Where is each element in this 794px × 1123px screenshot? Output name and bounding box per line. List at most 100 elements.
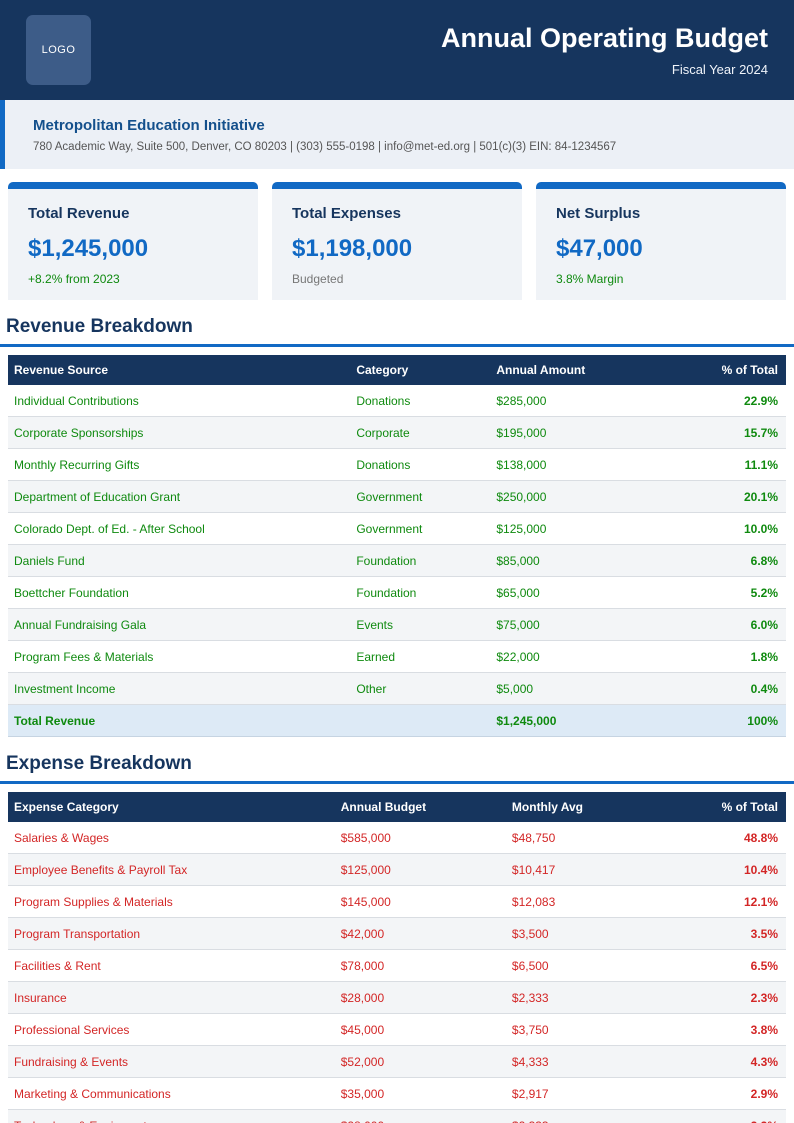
table-cell: Monthly Recurring Gifts xyxy=(8,448,351,481)
table-cell: 6.5% xyxy=(677,949,786,982)
table-cell: $85,000 xyxy=(490,544,670,577)
table-cell: $35,000 xyxy=(334,1077,506,1110)
table-cell: 48.8% xyxy=(677,822,786,854)
table-cell: 2.3% xyxy=(677,1109,786,1123)
table-cell: Events xyxy=(350,608,491,641)
summary-cards: Total Revenue $1,245,000 +8.2% from 2023… xyxy=(0,169,794,300)
card-note: 3.8% Margin xyxy=(556,272,624,286)
table-cell: Colorado Dept. of Ed. - After School xyxy=(8,512,351,545)
table-cell: Total Revenue xyxy=(8,704,351,737)
column-header: % of Total xyxy=(677,792,786,822)
table-cell: Investment Income xyxy=(8,672,351,705)
table-row: Fundraising & Events $52,000 $4,333 4.3% xyxy=(8,1045,786,1078)
table-cell: $28,000 xyxy=(334,1109,506,1123)
budget-document-page: LOGO Annual Operating Budget Fiscal Year… xyxy=(0,0,794,1123)
total-row: Total Revenue $1,245,000 100% xyxy=(8,704,786,737)
table-cell: $65,000 xyxy=(490,576,670,609)
table-cell: Facilities & Rent xyxy=(8,949,335,982)
table-row: Insurance $28,000 $2,333 2.3% xyxy=(8,981,786,1014)
table-row: Program Supplies & Materials $145,000 $12,… xyxy=(8,885,786,918)
logo-text: LOGO xyxy=(41,44,76,56)
table-header-row: Expense Category Annual Budget Monthly Avg… xyxy=(8,792,786,822)
table-cell: $195,000 xyxy=(490,416,670,449)
table-row: Technology & Equipment$28,000$2,3332.3% xyxy=(8,1109,786,1123)
table-row: Department of Education Grant Government $… xyxy=(8,480,786,513)
revenue-table: Revenue Source Category Annual Amount% of … xyxy=(8,355,786,737)
table-cell: Professional Services xyxy=(8,1013,335,1046)
table-cell: 3.8% xyxy=(677,1013,786,1046)
table-cell: 3.5% xyxy=(677,917,786,950)
table-cell: $28,000 xyxy=(334,981,506,1014)
column-header: Annual Amount xyxy=(490,355,670,385)
table-row: Marketing & Communications $35,000 $2,917 2… xyxy=(8,1077,786,1110)
card-amount: $1,198,000 xyxy=(292,235,413,262)
table-row: Program Fees & Materials Earned $22,000 1.8… xyxy=(8,640,786,673)
table-cell: $22,000 xyxy=(490,640,670,673)
table-cell: $2,333 xyxy=(505,981,678,1014)
table-cell: Department of Education Grant xyxy=(8,480,351,513)
table-row: Program Transportation $42,000 $3,500 3.5% xyxy=(8,917,786,950)
summary-card-total-revenue: Total Revenue $1,245,000 +8.2% from 2023 xyxy=(8,182,258,300)
table-cell: $585,000 xyxy=(334,822,506,854)
section-title-revenue: Revenue Breakdown xyxy=(0,300,794,347)
table-cell: Corporate xyxy=(350,416,491,449)
table-header-row: Revenue Source Category Annual Amount% of … xyxy=(8,355,786,385)
table-cell xyxy=(350,704,491,737)
table-row: Boettcher Foundation Foundation $65,000 5.2… xyxy=(8,576,786,609)
table-cell: Foundation xyxy=(350,576,491,609)
column-header: Revenue Source xyxy=(8,355,351,385)
table-cell: Donations xyxy=(350,448,491,481)
table-cell: 2.3% xyxy=(677,981,786,1014)
table-cell: Boettcher Foundation xyxy=(8,576,351,609)
table-cell: $6,500 xyxy=(505,949,678,982)
table-cell: Salaries & Wages xyxy=(8,822,335,854)
column-header: Monthly Avg xyxy=(505,792,678,822)
column-header: Expense Category xyxy=(8,792,335,822)
org-contact-details: 780 Academic Way, Suite 500, Denver, CO … xyxy=(33,141,617,153)
page-subtitle: Fiscal Year 2024 xyxy=(671,61,768,77)
table-cell: $45,000 xyxy=(334,1013,506,1046)
section-title-expense: Expense Breakdown xyxy=(0,737,794,784)
table-cell: $138,000 xyxy=(490,448,670,481)
table-row: Individual Contributions Donations $285,00… xyxy=(8,385,786,417)
table-row: Professional Services $45,000 $3,750 3.8% xyxy=(8,1013,786,1046)
table-cell: $10,417 xyxy=(505,853,678,886)
table-cell: Corporate Sponsorships xyxy=(8,416,351,449)
table-cell: 22.9% xyxy=(669,385,786,417)
table-cell: $4,333 xyxy=(505,1045,678,1078)
table-row: Daniels Fund Foundation $85,000 6.8% xyxy=(8,544,786,577)
card-accent-bar xyxy=(8,182,258,189)
table-cell: Foundation xyxy=(350,544,491,577)
card-label: Net Surplus xyxy=(556,205,641,222)
table-cell: Fundraising & Events xyxy=(8,1045,335,1078)
table-cell: Program Fees & Materials xyxy=(8,640,351,673)
table-cell: 4.3% xyxy=(677,1045,786,1078)
table-cell: $285,000 xyxy=(490,385,670,417)
table-cell: $78,000 xyxy=(334,949,506,982)
table-cell: 10.0% xyxy=(669,512,786,545)
card-accent-bar xyxy=(272,182,522,189)
card-label: Total Revenue xyxy=(28,205,130,222)
org-info-bar: Metropolitan Education Initiative 780 Ac… xyxy=(0,100,794,169)
table-cell: 5.2% xyxy=(669,576,786,609)
table-cell: Daniels Fund xyxy=(8,544,351,577)
org-logo: LOGO xyxy=(26,15,91,85)
table-cell: $2,917 xyxy=(505,1077,678,1110)
table-cell: Government xyxy=(350,512,491,545)
table-cell: $42,000 xyxy=(334,917,506,950)
table-cell: Technology & Equipment xyxy=(8,1109,335,1123)
table-row: Investment Income Other $5,000 0.4% xyxy=(8,672,786,705)
table-cell: Government xyxy=(350,480,491,513)
column-header: Category xyxy=(350,355,491,385)
table-cell: $1,245,000 xyxy=(490,704,670,737)
table-row: Facilities & Rent $78,000 $6,500 6.5% xyxy=(8,949,786,982)
table-cell: $250,000 xyxy=(490,480,670,513)
table-cell: $3,500 xyxy=(505,917,678,950)
table-cell: Individual Contributions xyxy=(8,385,351,417)
card-amount: $47,000 xyxy=(556,235,643,262)
card-note: Budgeted xyxy=(292,272,344,286)
table-row: Monthly Recurring Gifts Donations $138,000… xyxy=(8,448,786,481)
table-cell: Earned xyxy=(350,640,491,673)
table-cell: $2,333 xyxy=(505,1109,678,1123)
column-header: Annual Budget xyxy=(334,792,506,822)
